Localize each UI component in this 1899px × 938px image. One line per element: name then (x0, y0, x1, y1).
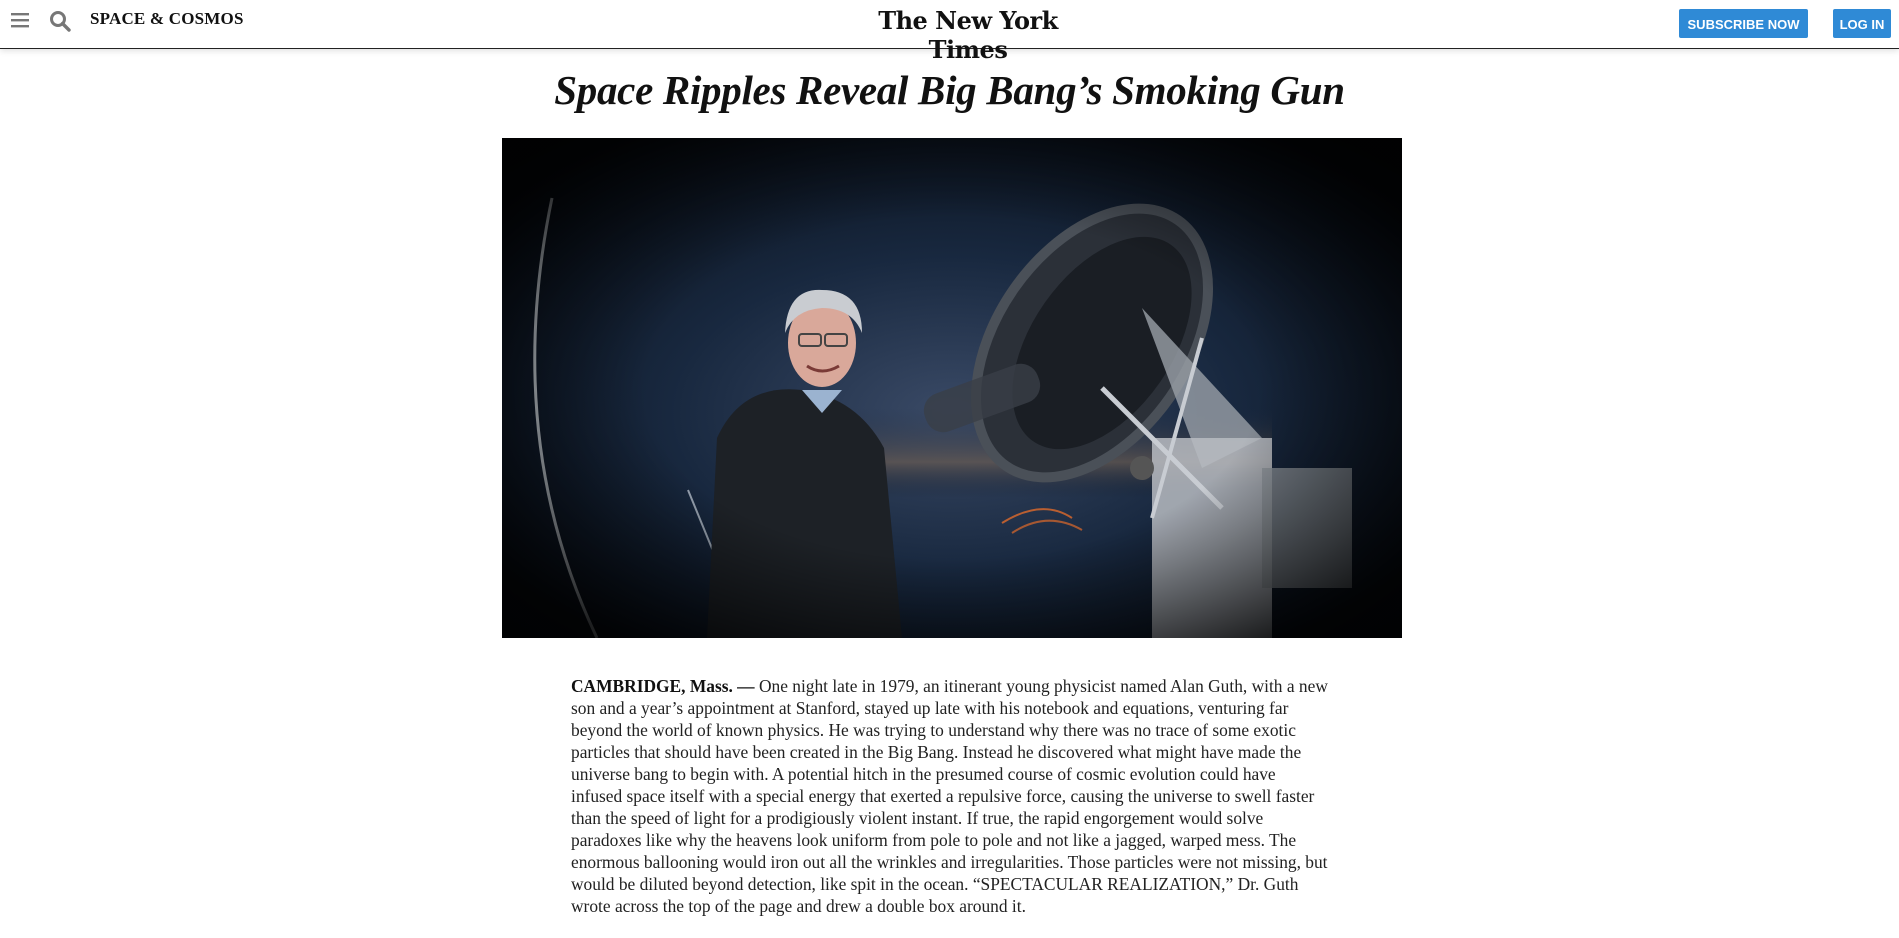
dateline: CAMBRIDGE, Mass. — (571, 676, 755, 697)
article-headline: Space Ripples Reveal Big Bang’s Smoking … (554, 67, 1345, 113)
hamburger-menu-icon[interactable] (11, 11, 29, 29)
top-navigation-bar: SPACE & COSMOS The New York Times SUBSCR… (0, 0, 1899, 64)
article-body-text: One night late in 1979, an itinerant you… (571, 676, 1328, 917)
nyt-logo[interactable]: The New York Times (868, 6, 1068, 64)
subscribe-now-button[interactable]: SUBSCRIBE NOW (1679, 9, 1808, 38)
article-photo (502, 138, 1402, 638)
section-label[interactable]: SPACE & COSMOS (90, 9, 244, 29)
log-in-button[interactable]: LOG IN (1833, 9, 1891, 38)
article-body-paragraph: CAMBRIDGE, Mass. — One night late in 197… (571, 675, 1331, 917)
search-icon[interactable] (49, 10, 71, 32)
